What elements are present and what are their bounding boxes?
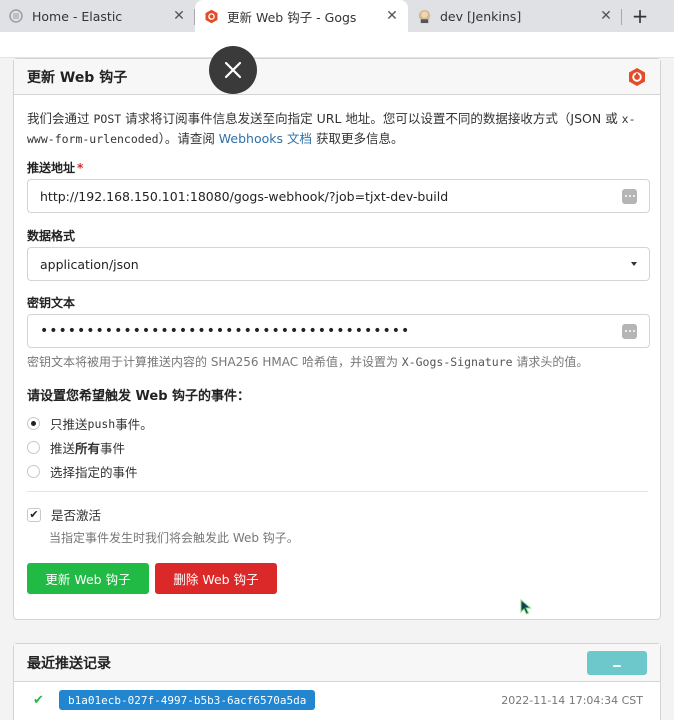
close-icon (224, 61, 242, 79)
delivery-timestamp: 2022-11-14 17:04:34 CST (501, 693, 643, 707)
tab-title: Home - Elastic (32, 8, 123, 24)
payload-url-input[interactable]: http://192.168.150.101:18080/gogs-webhoo… (27, 179, 650, 213)
mouse-cursor-icon (520, 599, 532, 615)
close-tab-icon[interactable]: ✕ (171, 8, 187, 24)
required-mark: * (77, 161, 84, 175)
card-header: 最近推送记录 (14, 644, 660, 682)
delivery-id-badge[interactable]: b1a01ecb-027f-4997-b5b3-6acf6570a5da (59, 690, 316, 710)
tab-title: dev [Jenkins] (440, 8, 522, 24)
browser-toolbar (0, 32, 674, 58)
webhooks-docs-link[interactable]: Webhooks 文档 (219, 131, 312, 146)
test-delivery-button[interactable] (587, 650, 647, 675)
tab-title: 更新 Web 钩子 - Gogs (227, 9, 357, 25)
post-code: POST (93, 112, 122, 126)
success-check-icon: ✔ (33, 692, 44, 708)
radio-icon[interactable] (27, 465, 40, 478)
intro-text: 我们会通过 POST 请求将订阅事件信息发送至向指定 URL 地址。您可以设置不… (27, 111, 636, 146)
active-help-text: 当指定事件发生时我们将会触发此 Web 钩子。 (49, 531, 299, 545)
url-label: 推送地址 * (27, 161, 84, 175)
browser-tab-bar: Home - Elastic ✕ 更新 Web 钩子 - Gogs ✕ dev … (0, 0, 674, 32)
radio-icon[interactable] (27, 441, 40, 454)
gogs-icon (203, 8, 219, 24)
radio-choose-events[interactable]: 选择指定的事件 (27, 462, 138, 481)
dropdown-caret-icon (631, 262, 637, 266)
browser-tab-jenkins[interactable]: dev [Jenkins] ✕ (408, 0, 622, 32)
webhook-form-card: 更新 Web 钩子 我们会通过 POST 请求将订阅事件信息发送至向指定 URL… (13, 58, 661, 620)
content-type-select[interactable]: application/json (27, 247, 650, 281)
close-tab-icon[interactable]: ✕ (598, 8, 614, 24)
events-title: 请设置您希望触发 Web 钩子的事件： (27, 389, 251, 404)
delivery-row[interactable]: ✔ b1a01ecb-027f-4997-b5b3-6acf6570a5da 2… (14, 688, 660, 712)
close-overlay-button[interactable] (209, 46, 257, 94)
jenkins-icon (416, 8, 432, 24)
content-type-label: 数据格式 (27, 229, 76, 243)
update-webhook-button[interactable]: 更新 Web 钩子 (27, 563, 149, 594)
browser-tab-elastic[interactable]: Home - Elastic ✕ (0, 0, 195, 32)
recent-deliveries-card: 最近推送记录 ✔ b1a01ecb-027f-4997-b5b3-6acf657… (13, 643, 661, 720)
active-checkbox[interactable]: ✔ 是否激活 (27, 505, 101, 524)
radio-selected-icon[interactable] (27, 417, 40, 430)
more-options-icon[interactable] (622, 188, 637, 204)
delete-webhook-button[interactable]: 删除 Web 钩子 (155, 563, 277, 594)
radio-push-only[interactable]: 只推送 push 事件。 (27, 414, 153, 433)
page-title: 更新 Web 钩子 (27, 69, 128, 86)
close-tab-icon[interactable]: ✕ (384, 8, 400, 24)
radio-all-events[interactable]: 推送 所有 事件 (27, 438, 125, 457)
divider (27, 491, 648, 492)
secret-help-text: 密钥文本将被用于计算推送内容的 SHA256 HMAC 哈希值，并设置为 X-G… (27, 355, 589, 369)
more-options-icon[interactable] (622, 323, 637, 339)
browser-tab-gogs[interactable]: 更新 Web 钩子 - Gogs ✕ (195, 0, 408, 32)
card-header: 更新 Web 钩子 (14, 59, 660, 95)
deliveries-title: 最近推送记录 (27, 655, 111, 672)
new-tab-button[interactable]: + (628, 4, 652, 28)
secret-input[interactable]: •••••••••••••••••••••••••••••••••••••••• (27, 314, 650, 348)
gogs-logo-icon (629, 67, 645, 86)
checkmark-icon[interactable]: ✔ (27, 507, 41, 522)
elastic-icon (8, 8, 24, 24)
secret-label: 密钥文本 (27, 296, 76, 310)
